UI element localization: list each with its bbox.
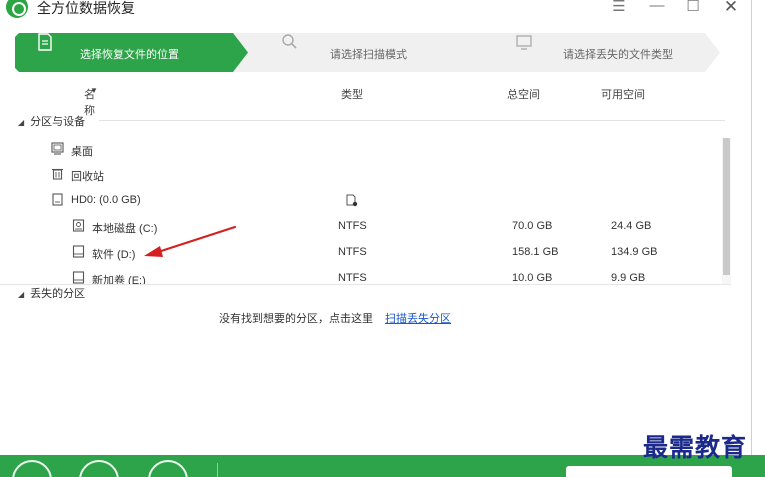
column-free-header[interactable]: 可用空间: [601, 86, 645, 102]
tree-item-label: HD0: (0.0 GB): [71, 194, 141, 206]
hint-text: 没有找到想要的分区，点击这里: [219, 313, 373, 325]
window-border: [751, 0, 752, 455]
menu-icon[interactable]: ☰: [607, 0, 631, 15]
search-icon: [282, 34, 297, 49]
partition-type: NTFS: [338, 220, 367, 232]
list-bottom-border: [0, 284, 731, 285]
maximize-button[interactable]: ☐: [681, 0, 705, 15]
annotation-arrow: [144, 225, 237, 257]
drive-icon: [72, 271, 85, 284]
table-row[interactable]: 新加卷 (E:) NTFS 10.0 GB 9.9 GB: [0, 268, 720, 284]
column-total-header[interactable]: 总空间: [507, 86, 540, 102]
next-button[interactable]: [566, 466, 732, 477]
partition-type: NTFS: [338, 272, 367, 284]
bottom-separator: [217, 463, 218, 477]
desktop-icon: [51, 142, 64, 155]
step-3-label: 请选择丢失的文件类型: [563, 49, 673, 61]
drive-c-icon: [72, 219, 85, 232]
tree-item-recycle-bin[interactable]: 回收站: [0, 164, 720, 186]
partition-type: NTFS: [338, 246, 367, 258]
file-settings-icon: [346, 194, 358, 207]
section-lost-partitions[interactable]: ◢ 丢失的分区: [18, 285, 85, 301]
table-row[interactable]: 软件 (D:) NTFS 158.1 GB 134.9 GB: [0, 242, 720, 264]
app-title: 全方位数据恢复: [37, 0, 135, 16]
partition-total: 158.1 GB: [512, 246, 559, 258]
tree-item-label: 桌面: [71, 146, 93, 158]
partition-free: 9.9 GB: [611, 272, 646, 284]
step-1-label: 选择恢复文件的位置: [80, 49, 179, 61]
close-button[interactable]: ✕: [719, 0, 743, 17]
expand-triangle-icon[interactable]: ◢: [18, 118, 24, 127]
minimize-button[interactable]: —: [645, 0, 669, 14]
partition-name: 软件 (D:): [92, 249, 136, 261]
step-wizard: 选择恢复文件的位置 请选择扫描模式 请选择丢失的文件类型: [15, 33, 720, 72]
sort-down-icon[interactable]: ▼: [90, 86, 98, 95]
step-select-location[interactable]: 选择恢复文件的位置: [15, 33, 249, 72]
tree-item-label: 回收站: [71, 171, 104, 183]
partition-name: 新加卷 (E:): [92, 275, 146, 284]
tree-item-disk-hd0[interactable]: HD0: (0.0 GB): [0, 190, 720, 212]
scan-lost-partition-link[interactable]: 扫描丢失分区: [385, 313, 451, 325]
step-2-label: 请选择扫描模式: [330, 49, 407, 61]
watermark: 最需教育: [643, 433, 748, 462]
title-bar: 全方位数据恢复 ☰ — ☐ ✕: [0, 0, 752, 24]
column-type-header[interactable]: 类型: [341, 86, 363, 102]
step-file-type[interactable]: 请选择丢失的文件类型: [468, 33, 720, 72]
scan-lost-hint: 没有找到想要的分区，点击这里 扫描丢失分区: [219, 310, 451, 326]
partition-free: 134.9 GB: [611, 246, 658, 258]
trash-icon: [52, 168, 63, 180]
column-headers: 名称 ▼ 类型 总空间 可用空间: [84, 86, 645, 117]
disk-icon: [52, 193, 63, 206]
document-icon: [38, 33, 52, 51]
app-logo-icon: [6, 0, 28, 18]
monitor-icon: [516, 35, 532, 50]
partition-total: 70.0 GB: [512, 220, 553, 232]
partition-free: 24.4 GB: [611, 220, 652, 232]
section-divider: [99, 120, 725, 121]
scrollbar-thumb[interactable]: [723, 138, 730, 275]
tree-item-desktop[interactable]: 桌面: [0, 139, 720, 161]
expand-triangle-icon[interactable]: ◢: [18, 290, 24, 299]
section-partitions[interactable]: ◢ 分区与设备: [18, 113, 85, 129]
step-scan-mode[interactable]: 请选择扫描模式: [233, 33, 484, 72]
table-row[interactable]: 本地磁盘 (C:) NTFS 70.0 GB 24.4 GB: [0, 216, 720, 238]
partition-total: 10.0 GB: [512, 272, 553, 284]
drive-icon: [72, 245, 85, 258]
